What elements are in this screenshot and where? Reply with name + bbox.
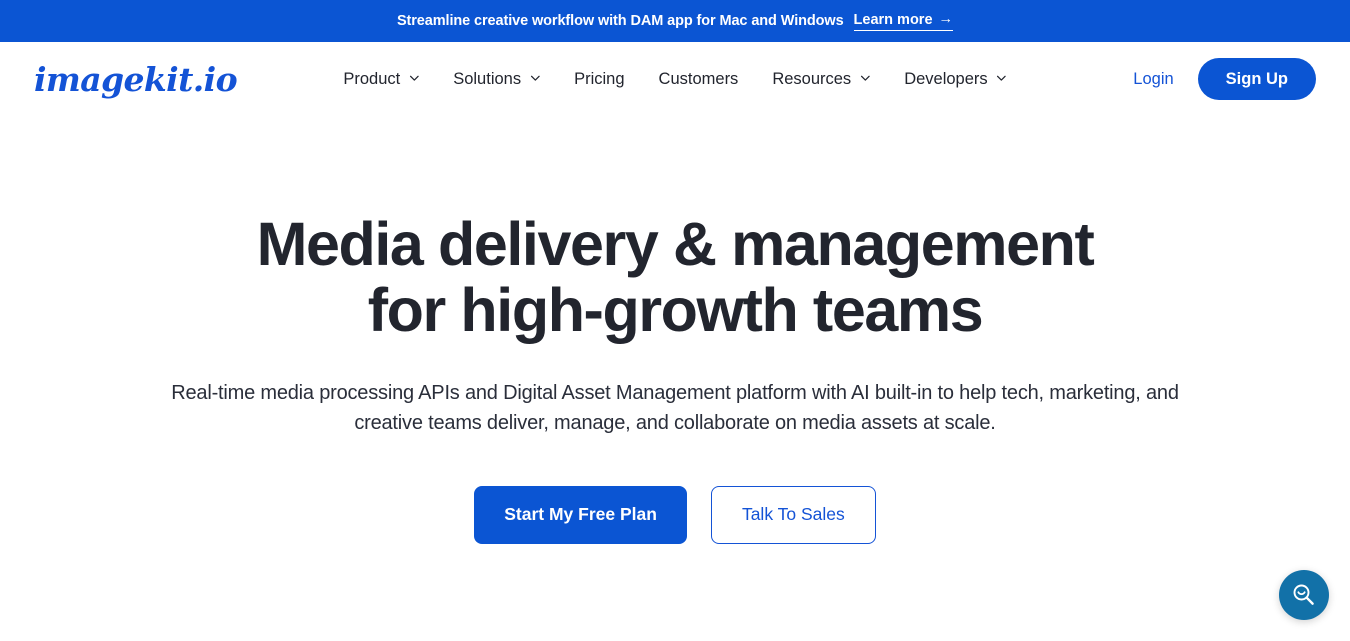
announcement-banner: Streamline creative workflow with DAM ap… (0, 0, 1350, 42)
nav-item-developers[interactable]: Developers (904, 69, 1007, 88)
nav-item-customers[interactable]: Customers (659, 71, 739, 88)
header-actions: Login Sign Up (1133, 58, 1316, 100)
announcement-learn-more-link[interactable]: Learn more → (853, 11, 954, 31)
chevron-down-icon (409, 73, 419, 83)
site-header: imagekit.io Product Solutions Pricing Cu… (0, 42, 1350, 116)
nav-item-solutions[interactable]: Solutions (453, 71, 540, 88)
arrow-right-icon: → (938, 11, 954, 28)
nav-item-resources[interactable]: Resources (772, 71, 870, 88)
logo-imagekit[interactable]: imagekit.io (34, 63, 238, 96)
start-free-plan-button[interactable]: Start My Free Plan (474, 485, 687, 544)
hero-cta-group: Start My Free Plan Talk To Sales (474, 485, 876, 544)
nav-item-pricing[interactable]: Pricing (574, 71, 624, 88)
search-fab-button[interactable] (1279, 570, 1329, 620)
hero-subtitle: Real-time media processing APIs and Digi… (171, 381, 1179, 434)
nav-label: Pricing (574, 69, 625, 88)
hero-section: Media delivery & management for high-gro… (0, 116, 1350, 544)
login-link[interactable]: Login (1133, 70, 1173, 89)
nav-label: Developers (904, 69, 988, 88)
nav-item-product[interactable]: Product (343, 71, 419, 88)
nav-label: Customers (658, 69, 739, 88)
nav-label: Resources (772, 69, 852, 88)
chevron-down-icon (860, 73, 870, 83)
main-navigation: Product Solutions Pricing Customers Reso… (343, 69, 1007, 88)
nav-label: Solutions (453, 69, 522, 88)
chevron-down-icon (997, 73, 1007, 83)
announcement-text: Streamline creative workflow with DAM ap… (396, 13, 844, 29)
search-icon (1291, 582, 1317, 608)
hero-title: Media delivery & management for high-gro… (256, 210, 1095, 344)
talk-to-sales-button[interactable]: Talk To Sales (710, 485, 876, 544)
chevron-down-icon (530, 73, 540, 83)
announcement-link-label: Learn more (853, 11, 933, 28)
nav-label: Product (343, 69, 401, 88)
signup-button[interactable]: Sign Up (1197, 58, 1316, 100)
